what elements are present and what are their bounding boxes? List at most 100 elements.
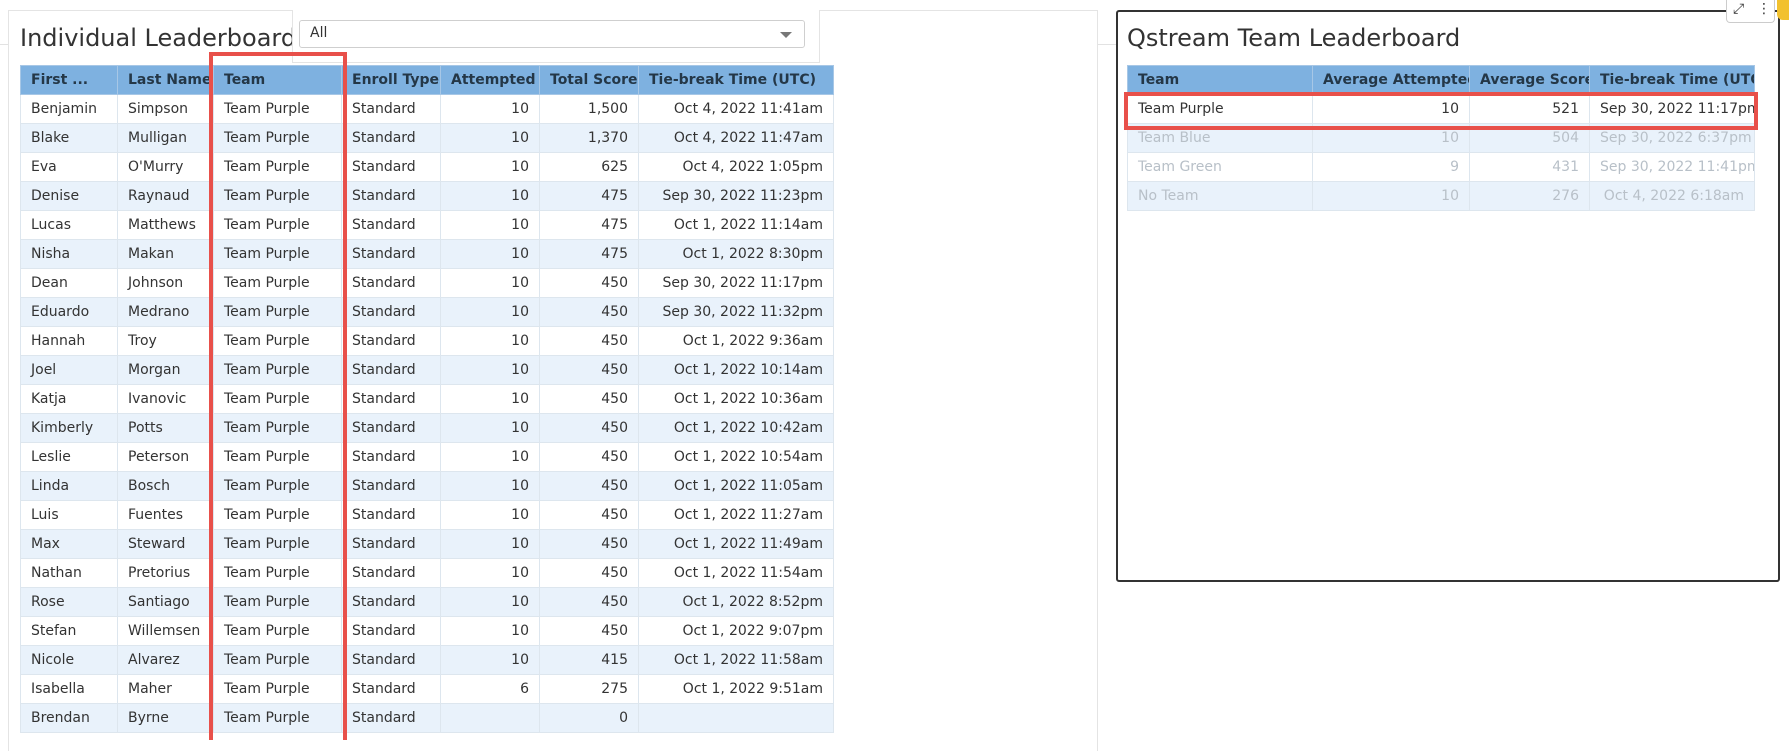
column-header-team[interactable]: Team bbox=[1127, 65, 1313, 95]
expand-icon[interactable]: ⤢ bbox=[1733, 1, 1744, 17]
team-cell: Team Purple bbox=[1127, 94, 1313, 124]
total-score-cell: 450 bbox=[539, 413, 639, 443]
attempted-cell: 10 bbox=[440, 94, 540, 124]
table-row[interactable]: Denise Raynaud Team Purple Standard 10 475 Sep… bbox=[20, 181, 834, 211]
team-filter-select[interactable]: All bbox=[299, 20, 805, 48]
table-row[interactable]: Hannah Troy Team Purple Standard 10 450 Oct 1,… bbox=[20, 326, 834, 356]
first-name-cell: Nicole bbox=[20, 645, 118, 675]
column-header-first-name[interactable]: First ... bbox=[20, 65, 118, 95]
attempted-cell: 10 bbox=[440, 210, 540, 240]
table-row[interactable]: Eduardo Medrano Team Purple Standard 10 450 Se… bbox=[20, 297, 834, 327]
total-score-cell: 415 bbox=[539, 645, 639, 675]
team-cell: Team Purple bbox=[213, 297, 342, 327]
last-name-cell: Pretorius bbox=[117, 558, 214, 588]
tie-break-time-cell: Sep 30, 2022 11:17pm bbox=[638, 268, 834, 298]
total-score-cell: 275 bbox=[539, 674, 639, 704]
table-row[interactable]: Nisha Makan Team Purple Standard 10 475 Oct 1,… bbox=[20, 239, 834, 269]
total-score-cell: 475 bbox=[539, 210, 639, 240]
column-header-enroll-type[interactable]: Enroll Type bbox=[341, 65, 441, 95]
attempted-cell: 10 bbox=[440, 384, 540, 414]
table-row[interactable]: Rose Santiago Team Purple Standard 10 450 Oct … bbox=[20, 587, 834, 617]
last-name-cell: Byrne bbox=[117, 703, 214, 733]
tie-break-time-cell: Oct 1, 2022 9:51am bbox=[638, 674, 834, 704]
table-row[interactable]: Team Blue 10 504 Sep 30, 2022 6:37pm bbox=[1127, 123, 1755, 153]
frame-divider bbox=[1098, 44, 1116, 45]
table-row[interactable]: Katja Ivanovic Team Purple Standard 10 450 Oct… bbox=[20, 384, 834, 414]
first-name-cell: Eva bbox=[20, 152, 118, 182]
table-row[interactable]: Team Purple 10 521 Sep 30, 2022 11:17pm bbox=[1127, 94, 1755, 124]
team-cell: Team Purple bbox=[213, 181, 342, 211]
table-row[interactable]: Isabella Maher Team Purple Standard 6 275 Oct … bbox=[20, 674, 834, 704]
tie-break-time-cell: Sep 30, 2022 11:41pm bbox=[1589, 152, 1755, 182]
first-name-cell: Kimberly bbox=[20, 413, 118, 443]
column-header-average-attempted[interactable]: Average Attempted bbox=[1312, 65, 1470, 95]
attempted-cell: 10 bbox=[440, 123, 540, 153]
last-name-cell: Bosch bbox=[117, 471, 214, 501]
table-header-row: First ... Last Name Team Enroll Type Att… bbox=[20, 65, 834, 95]
column-header-tie-break-time[interactable]: Tie-break Time (UTC) bbox=[1589, 65, 1755, 95]
table-row[interactable]: Max Steward Team Purple Standard 10 450 Oct 1,… bbox=[20, 529, 834, 559]
table-row[interactable]: Nathan Pretorius Team Purple Standard 10 450 O… bbox=[20, 558, 834, 588]
tie-break-time-cell: Oct 4, 2022 6:18am bbox=[1589, 181, 1755, 211]
team-cell: Team Purple bbox=[213, 94, 342, 124]
team-cell: Team Purple bbox=[213, 500, 342, 530]
individual-leaderboard-table: First ... Last Name Team Enroll Type Att… bbox=[20, 65, 834, 733]
enroll-type-cell: Standard bbox=[341, 616, 441, 646]
table-row[interactable]: Team Green 9 431 Sep 30, 2022 11:41pm bbox=[1127, 152, 1755, 182]
first-name-cell: Lucas bbox=[20, 210, 118, 240]
column-header-attempted[interactable]: Attempted bbox=[440, 65, 540, 95]
total-score-cell: 450 bbox=[539, 558, 639, 588]
first-name-cell: Eduardo bbox=[20, 297, 118, 327]
team-cell: Team Purple bbox=[213, 587, 342, 617]
first-name-cell: Benjamin bbox=[20, 94, 118, 124]
table-row[interactable]: No Team 10 276 Oct 4, 2022 6:18am bbox=[1127, 181, 1755, 211]
table-row[interactable]: Eva O'Murry Team Purple Standard 10 625 Oct 4,… bbox=[20, 152, 834, 182]
column-header-tie-break-time[interactable]: Tie-break Time (UTC) bbox=[638, 65, 834, 95]
tie-break-time-cell: Oct 1, 2022 11:54am bbox=[638, 558, 834, 588]
enroll-type-cell: Standard bbox=[341, 442, 441, 472]
team-cell: Team Purple bbox=[213, 210, 342, 240]
total-score-cell: 475 bbox=[539, 181, 639, 211]
attempted-cell: 10 bbox=[440, 181, 540, 211]
table-row[interactable]: Lucas Matthews Team Purple Standard 10 475 Oct… bbox=[20, 210, 834, 240]
table-row[interactable]: Nicole Alvarez Team Purple Standard 10 415 Oct… bbox=[20, 645, 834, 675]
attempted-cell: 10 bbox=[440, 152, 540, 182]
last-name-cell: Alvarez bbox=[117, 645, 214, 675]
table-row[interactable]: Benjamin Simpson Team Purple Standard 10 1,50… bbox=[20, 94, 834, 124]
last-name-cell: Ivanovic bbox=[117, 384, 214, 414]
team-cell: Team Purple bbox=[213, 239, 342, 269]
attempted-cell bbox=[440, 703, 540, 733]
table-row[interactable]: Linda Bosch Team Purple Standard 10 450 Oct 1,… bbox=[20, 471, 834, 501]
tie-break-time-cell: Sep 30, 2022 11:17pm bbox=[1589, 94, 1755, 124]
column-header-average-score[interactable]: Average Score bbox=[1469, 65, 1590, 95]
total-score-cell: 0 bbox=[539, 703, 639, 733]
last-name-cell: Mulligan bbox=[117, 123, 214, 153]
last-name-cell: Raynaud bbox=[117, 181, 214, 211]
table-row[interactable]: Blake Mulligan Team Purple Standard 10 1,370 O… bbox=[20, 123, 834, 153]
table-row[interactable]: Brendan Byrne Team Purple Standard 0 bbox=[20, 703, 834, 733]
total-score-cell: 1,500 bbox=[539, 94, 639, 124]
enroll-type-cell: Standard bbox=[341, 674, 441, 704]
table-row[interactable]: Joel Morgan Team Purple Standard 10 450 Oct 1,… bbox=[20, 355, 834, 385]
first-name-cell: Isabella bbox=[20, 674, 118, 704]
attempted-cell: 10 bbox=[440, 442, 540, 472]
average-score-cell: 431 bbox=[1469, 152, 1590, 182]
more-options-icon[interactable]: ⋮ bbox=[1757, 1, 1771, 17]
last-name-cell: Matthews bbox=[117, 210, 214, 240]
attempted-cell: 10 bbox=[440, 326, 540, 356]
column-header-team[interactable]: Team bbox=[213, 65, 342, 95]
total-score-cell: 450 bbox=[539, 384, 639, 414]
first-name-cell: Hannah bbox=[20, 326, 118, 356]
column-header-last-name[interactable]: Last Name bbox=[117, 65, 214, 95]
total-score-cell: 450 bbox=[539, 355, 639, 385]
tie-break-time-cell: Oct 4, 2022 11:47am bbox=[638, 123, 834, 153]
table-row[interactable]: Kimberly Potts Team Purple Standard 10 450 Oct… bbox=[20, 413, 834, 443]
table-row[interactable]: Luis Fuentes Team Purple Standard 10 450 Oct 1… bbox=[20, 500, 834, 530]
team-leaderboard-title: Qstream Team Leaderboard bbox=[1127, 24, 1461, 52]
table-row[interactable]: Stefan Willemsen Team Purple Standard 10 450 O… bbox=[20, 616, 834, 646]
table-row[interactable]: Dean Johnson Team Purple Standard 10 450 Sep 3… bbox=[20, 268, 834, 298]
table-row[interactable]: Leslie Peterson Team Purple Standard 10 450 Oc… bbox=[20, 442, 834, 472]
first-name-cell: Nisha bbox=[20, 239, 118, 269]
enroll-type-cell: Standard bbox=[341, 94, 441, 124]
column-header-total-score[interactable]: Total Score bbox=[539, 65, 639, 95]
